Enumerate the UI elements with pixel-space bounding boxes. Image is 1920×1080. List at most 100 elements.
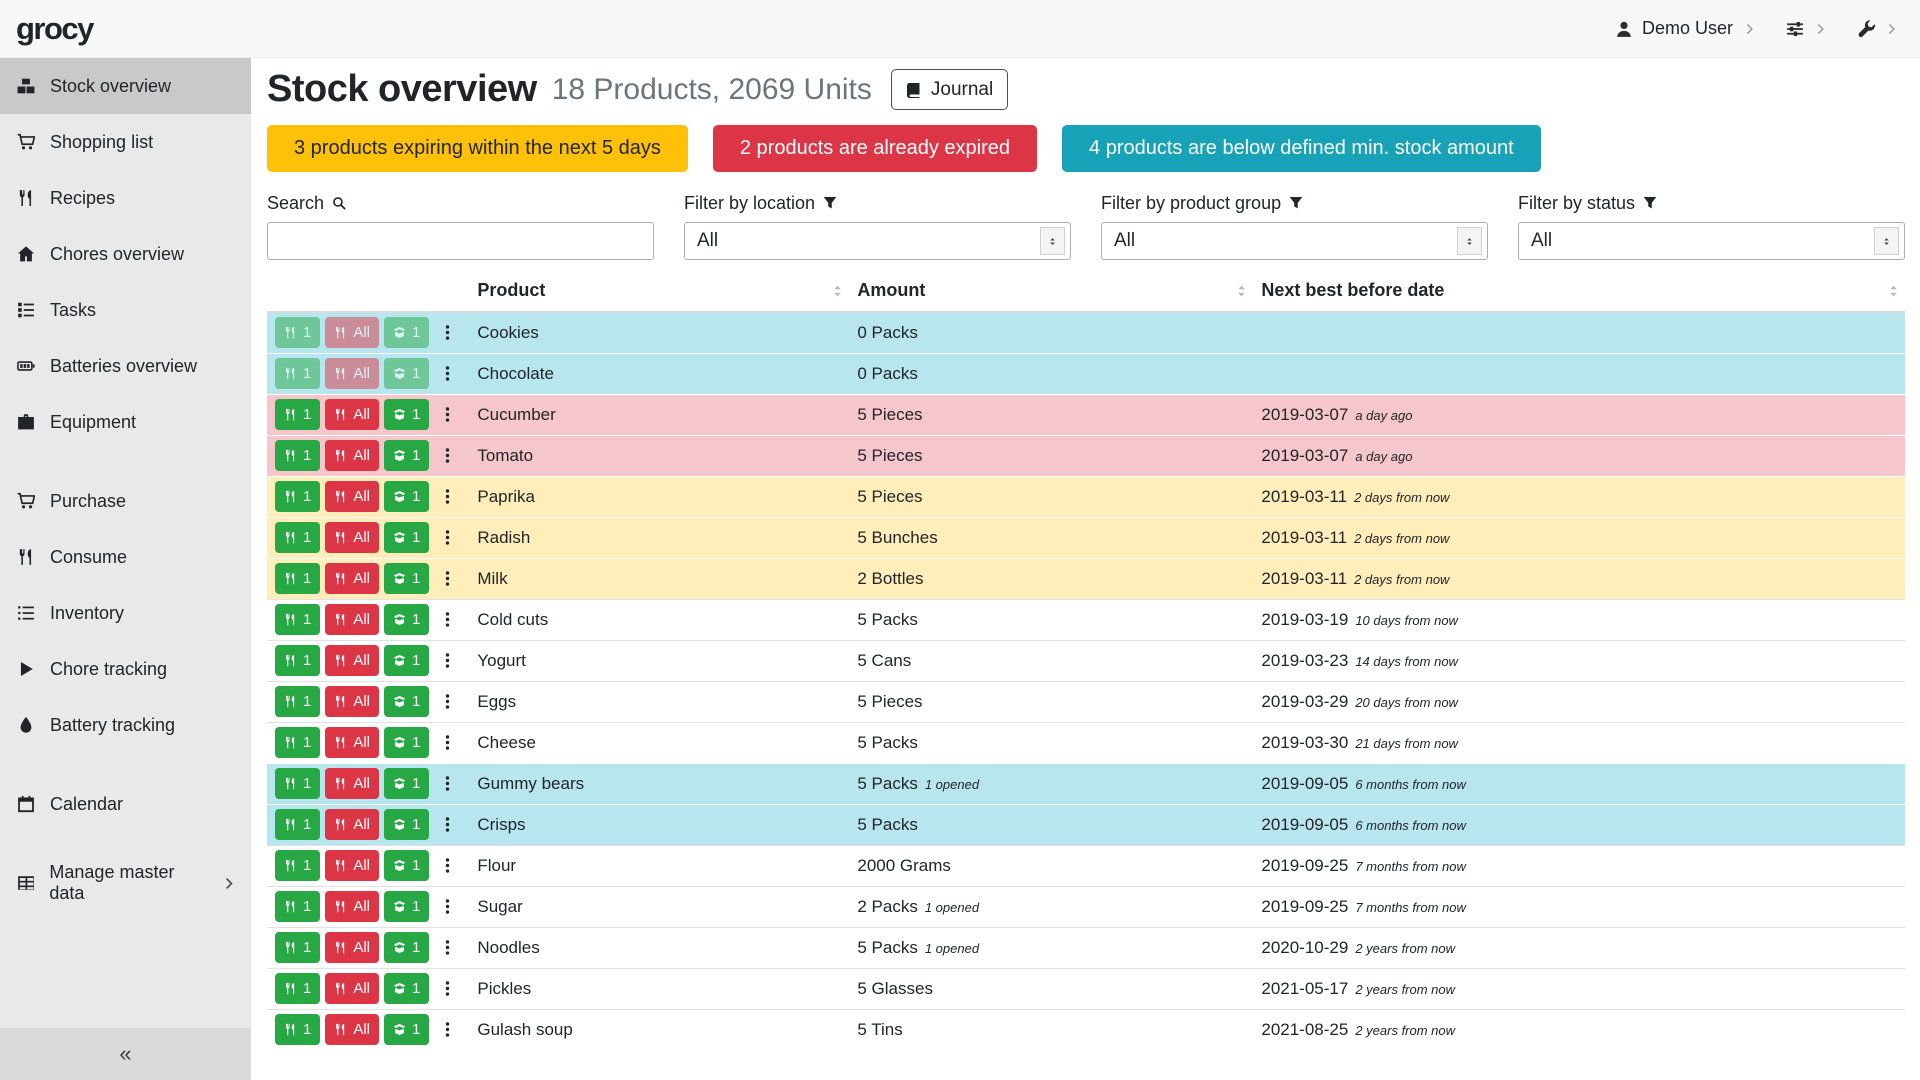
open-one-button[interactable]: 1 bbox=[384, 809, 429, 840]
location-filter-select[interactable]: All bbox=[684, 222, 1071, 260]
sidebar-item-calendar[interactable]: Calendar bbox=[0, 776, 251, 832]
consume-all-button[interactable]: All bbox=[325, 1014, 379, 1045]
consume-all-button[interactable]: All bbox=[325, 563, 379, 594]
consume-one-button[interactable]: 1 bbox=[275, 768, 320, 799]
row-menu-button[interactable] bbox=[434, 563, 461, 594]
row-menu-button[interactable] bbox=[434, 686, 461, 717]
open-one-button[interactable]: 1 bbox=[384, 645, 429, 676]
sidebar-item-tasks[interactable]: Tasks bbox=[0, 282, 251, 338]
row-menu-button[interactable] bbox=[434, 809, 461, 840]
consume-one-button[interactable]: 1 bbox=[275, 727, 320, 758]
expiring-banner[interactable]: 3 products expiring within the next 5 da… bbox=[267, 125, 688, 172]
open-one-button[interactable]: 1 bbox=[384, 481, 429, 512]
search-input[interactable] bbox=[267, 222, 654, 260]
journal-button[interactable]: Journal bbox=[891, 69, 1008, 110]
sidebar-item-manage-master-data[interactable]: Manage master data bbox=[0, 855, 251, 911]
row-menu-button[interactable] bbox=[434, 932, 461, 963]
sidebar-item-chores-overview[interactable]: Chores overview bbox=[0, 226, 251, 282]
consume-all-button[interactable]: All bbox=[325, 973, 379, 1004]
row-menu-button[interactable] bbox=[434, 317, 461, 348]
row-menu-button[interactable] bbox=[434, 1014, 461, 1045]
consume-all-button[interactable]: All bbox=[325, 891, 379, 922]
open-one-button[interactable]: 1 bbox=[384, 891, 429, 922]
consume-one-button[interactable]: 1 bbox=[275, 604, 320, 635]
open-one-button[interactable]: 1 bbox=[384, 932, 429, 963]
consume-one-button[interactable]: 1 bbox=[275, 440, 320, 471]
open-one-button[interactable]: 1 bbox=[384, 399, 429, 430]
open-one-button[interactable]: 1 bbox=[384, 768, 429, 799]
settings-menu[interactable] bbox=[1786, 20, 1827, 38]
open-one-button[interactable]: 1 bbox=[384, 522, 429, 553]
open-one-button[interactable]: 1 bbox=[384, 440, 429, 471]
consume-all-button[interactable]: All bbox=[325, 768, 379, 799]
sort-icon[interactable] bbox=[1886, 283, 1901, 298]
consume-one-button[interactable]: 1 bbox=[275, 686, 320, 717]
sidebar-item-batteries-overview[interactable]: Batteries overview bbox=[0, 338, 251, 394]
row-menu-button[interactable] bbox=[434, 727, 461, 758]
consume-one-button[interactable]: 1 bbox=[275, 1014, 320, 1045]
sidebar-item-battery-tracking[interactable]: Battery tracking bbox=[0, 697, 251, 753]
open-one-button[interactable]: 1 bbox=[384, 973, 429, 1004]
row-menu-button[interactable] bbox=[434, 768, 461, 799]
consume-one-button[interactable]: 1 bbox=[275, 809, 320, 840]
sidebar-item-recipes[interactable]: Recipes bbox=[0, 170, 251, 226]
consume-one-button[interactable]: 1 bbox=[275, 481, 320, 512]
consume-all-button[interactable]: All bbox=[325, 440, 379, 471]
consume-one-button[interactable]: 1 bbox=[275, 850, 320, 881]
open-one-button[interactable]: 1 bbox=[384, 604, 429, 635]
open-one-button[interactable]: 1 bbox=[384, 727, 429, 758]
open-one-button[interactable]: 1 bbox=[384, 850, 429, 881]
app-logo[interactable]: grocy bbox=[16, 11, 93, 47]
below-min-stock-banner[interactable]: 4 products are below defined min. stock … bbox=[1062, 125, 1541, 172]
row-menu-button[interactable] bbox=[434, 481, 461, 512]
open-one-button[interactable]: 1 bbox=[384, 686, 429, 717]
consume-one-button: 1 bbox=[275, 358, 320, 389]
amount-column-header[interactable]: Amount bbox=[849, 270, 1253, 312]
status-filter-select[interactable]: All bbox=[1518, 222, 1905, 260]
consume-one-button[interactable]: 1 bbox=[275, 932, 320, 963]
row-menu-button[interactable] bbox=[434, 440, 461, 471]
row-menu-button[interactable] bbox=[434, 645, 461, 676]
row-menu-button[interactable] bbox=[434, 891, 461, 922]
product-group-filter-select[interactable]: All bbox=[1101, 222, 1488, 260]
sidebar-item-inventory[interactable]: Inventory bbox=[0, 585, 251, 641]
row-menu-button[interactable] bbox=[434, 522, 461, 553]
sidebar-collapse-button[interactable]: « bbox=[0, 1028, 251, 1080]
row-menu-button[interactable] bbox=[434, 850, 461, 881]
open-one-button[interactable]: 1 bbox=[384, 1014, 429, 1045]
sidebar-item-shopping-list[interactable]: Shopping list bbox=[0, 114, 251, 170]
sort-icon[interactable] bbox=[830, 283, 845, 298]
date-column-header[interactable]: Next best before date bbox=[1253, 270, 1905, 312]
product-column-header[interactable]: Product bbox=[469, 270, 849, 312]
consume-all-button[interactable]: All bbox=[325, 686, 379, 717]
sidebar-item-equipment[interactable]: Equipment bbox=[0, 394, 251, 450]
consume-all-button[interactable]: All bbox=[325, 809, 379, 840]
admin-menu[interactable] bbox=[1857, 20, 1898, 38]
sidebar-item-purchase[interactable]: Purchase bbox=[0, 473, 251, 529]
row-menu-button[interactable] bbox=[434, 973, 461, 1004]
open-one-button[interactable]: 1 bbox=[384, 563, 429, 594]
consume-all-button[interactable]: All bbox=[325, 727, 379, 758]
expired-banner[interactable]: 2 products are already expired bbox=[713, 125, 1037, 172]
sidebar-item-consume[interactable]: Consume bbox=[0, 529, 251, 585]
sidebar-item-stock-overview[interactable]: Stock overview bbox=[0, 58, 251, 114]
consume-one-button[interactable]: 1 bbox=[275, 891, 320, 922]
consume-one-button[interactable]: 1 bbox=[275, 645, 320, 676]
consume-all-button[interactable]: All bbox=[325, 604, 379, 635]
row-menu-button[interactable] bbox=[434, 604, 461, 635]
consume-all-button[interactable]: All bbox=[325, 645, 379, 676]
row-menu-button[interactable] bbox=[434, 399, 461, 430]
consume-all-button[interactable]: All bbox=[325, 850, 379, 881]
consume-all-button[interactable]: All bbox=[325, 399, 379, 430]
consume-one-button[interactable]: 1 bbox=[275, 563, 320, 594]
consume-all-button[interactable]: All bbox=[325, 522, 379, 553]
user-menu[interactable]: Demo User bbox=[1615, 18, 1756, 39]
consume-one-button[interactable]: 1 bbox=[275, 973, 320, 1004]
consume-all-button[interactable]: All bbox=[325, 481, 379, 512]
sort-icon[interactable] bbox=[1234, 283, 1249, 298]
consume-one-button[interactable]: 1 bbox=[275, 399, 320, 430]
consume-all-button[interactable]: All bbox=[325, 932, 379, 963]
sidebar-item-chore-tracking[interactable]: Chore tracking bbox=[0, 641, 251, 697]
row-menu-button[interactable] bbox=[434, 358, 461, 389]
consume-one-button[interactable]: 1 bbox=[275, 522, 320, 553]
